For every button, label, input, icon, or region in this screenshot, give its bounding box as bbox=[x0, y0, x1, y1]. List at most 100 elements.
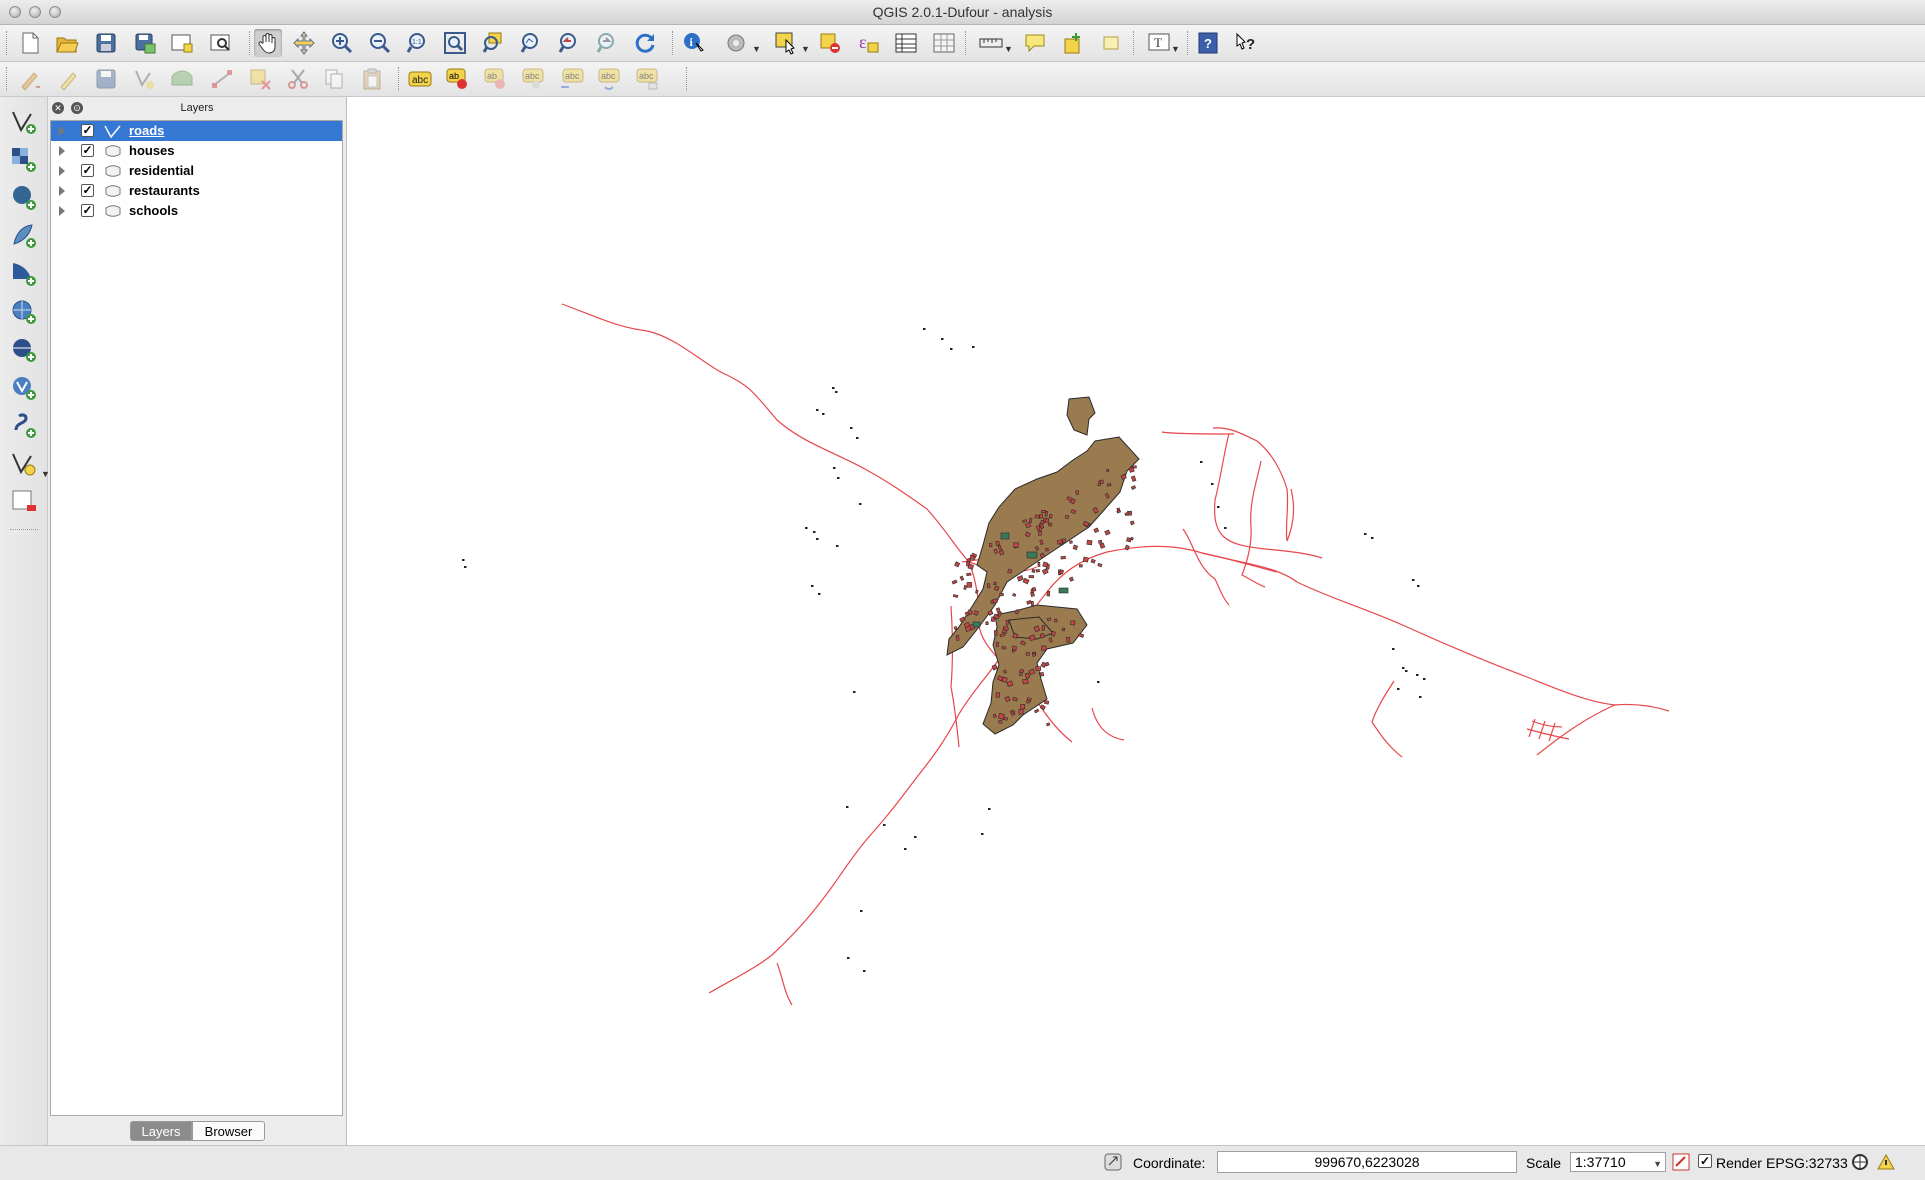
expression-select-icon[interactable]: ε bbox=[854, 29, 882, 57]
remove-layer-icon[interactable] bbox=[9, 487, 39, 517]
toolbar-grip[interactable] bbox=[672, 31, 676, 55]
toolbar-grip[interactable] bbox=[1133, 31, 1137, 55]
tab-browser[interactable]: Browser bbox=[192, 1121, 265, 1141]
show-hide-labels-icon[interactable]: abc bbox=[520, 65, 548, 93]
deselect-icon[interactable] bbox=[816, 29, 844, 57]
layer-item-houses[interactable]: ✓ houses bbox=[51, 141, 342, 161]
add-wms-layer-icon[interactable] bbox=[9, 297, 39, 327]
toolbar-grip[interactable] bbox=[1187, 31, 1191, 55]
close-window-button[interactable] bbox=[9, 6, 21, 18]
tab-layers[interactable]: Layers bbox=[130, 1121, 192, 1141]
measure-icon[interactable] bbox=[977, 29, 1005, 57]
layer-visibility-checkbox[interactable]: ✓ bbox=[81, 204, 94, 217]
copy-features-icon[interactable] bbox=[320, 65, 348, 93]
layer-item-roads[interactable]: ✓ roads bbox=[51, 121, 342, 141]
layer-item-restaurants[interactable]: ✓ restaurants bbox=[51, 181, 342, 201]
save-edits-icon[interactable] bbox=[92, 65, 120, 93]
zoom-actual-icon[interactable]: 1:1 bbox=[404, 29, 432, 57]
toggle-editing-icon[interactable] bbox=[54, 65, 82, 93]
expand-arrow-icon[interactable] bbox=[59, 166, 65, 176]
crs-status[interactable]: EPSG:32733 bbox=[1766, 1155, 1848, 1171]
add-vector-layer-icon[interactable] bbox=[9, 107, 39, 137]
select-features-icon[interactable] bbox=[772, 29, 800, 57]
zoom-next-icon[interactable] bbox=[593, 29, 621, 57]
add-wcs-layer-icon[interactable] bbox=[9, 335, 39, 365]
add-delimited-text-layer-icon[interactable] bbox=[9, 411, 39, 441]
toolbar-grip[interactable] bbox=[6, 31, 10, 55]
layer-item-schools[interactable]: ✓ schools bbox=[51, 201, 342, 221]
toggle-coordinate-display-icon[interactable] bbox=[1104, 1153, 1122, 1171]
composer-manager-icon[interactable] bbox=[206, 29, 234, 57]
map-canvas[interactable] bbox=[346, 97, 1925, 1145]
toolbar-grip[interactable] bbox=[249, 31, 253, 55]
pin-labels-icon[interactable]: ab bbox=[444, 65, 472, 93]
scale-combobox[interactable]: 1:37710 ▼ bbox=[1570, 1152, 1666, 1172]
save-project-icon[interactable] bbox=[92, 29, 120, 57]
zoom-out-icon[interactable] bbox=[366, 29, 394, 57]
delete-selected-icon[interactable] bbox=[246, 65, 274, 93]
close-panel-icon[interactable]: ✕ bbox=[52, 102, 64, 114]
new-print-composer-icon[interactable] bbox=[167, 29, 195, 57]
rotate-label-icon[interactable]: abc bbox=[596, 65, 624, 93]
cut-features-icon[interactable] bbox=[284, 65, 312, 93]
node-tool-icon[interactable] bbox=[208, 65, 236, 93]
zoom-last-icon[interactable] bbox=[555, 29, 583, 57]
add-wfs-layer-icon[interactable] bbox=[9, 373, 39, 403]
coordinate-field[interactable]: 999670,6223028 bbox=[1217, 1151, 1517, 1173]
zoom-in-icon[interactable] bbox=[328, 29, 356, 57]
toolbar-grip[interactable] bbox=[10, 529, 38, 530]
expand-arrow-icon[interactable] bbox=[59, 206, 65, 216]
expand-arrow-icon[interactable] bbox=[59, 186, 65, 196]
whats-this-icon[interactable]: ? bbox=[1232, 29, 1260, 57]
move-label-icon[interactable]: abc bbox=[558, 65, 586, 93]
toolbar-grip[interactable] bbox=[686, 67, 690, 91]
layer-item-residential[interactable]: ✓ residential bbox=[51, 161, 342, 181]
layer-visibility-checkbox[interactable]: ✓ bbox=[81, 144, 94, 157]
help-contents-icon[interactable]: ? bbox=[1194, 29, 1222, 57]
zoom-to-layer-icon[interactable] bbox=[517, 29, 545, 57]
add-raster-layer-icon[interactable] bbox=[9, 145, 39, 175]
minimize-window-button[interactable] bbox=[29, 6, 41, 18]
change-label-icon[interactable]: abc bbox=[634, 65, 662, 93]
new-project-icon[interactable] bbox=[16, 29, 44, 57]
map-tips-icon[interactable] bbox=[1021, 29, 1049, 57]
pan-to-selection-icon[interactable] bbox=[290, 29, 318, 57]
add-postgis-layer-icon[interactable] bbox=[9, 183, 39, 213]
zoom-full-icon[interactable] bbox=[441, 29, 469, 57]
float-panel-icon[interactable]: ⊙ bbox=[71, 102, 83, 114]
render-checkbox[interactable]: ✓ bbox=[1698, 1154, 1712, 1168]
label-tool-icon[interactable]: abc bbox=[406, 65, 434, 93]
layer-tree[interactable]: ✓ roads ✓ houses ✓ residential ✓ restaur… bbox=[50, 120, 343, 1116]
expand-arrow-icon[interactable] bbox=[59, 126, 65, 136]
add-feature-icon[interactable] bbox=[130, 65, 158, 93]
pan-icon[interactable] bbox=[254, 29, 282, 57]
paste-features-icon[interactable] bbox=[358, 65, 386, 93]
map-render[interactable] bbox=[347, 97, 1925, 1145]
identify-icon[interactable]: i bbox=[680, 29, 708, 57]
text-annotation-icon[interactable]: T bbox=[1145, 29, 1173, 57]
zoom-window-button[interactable] bbox=[49, 6, 61, 18]
layer-visibility-checkbox[interactable]: ✓ bbox=[81, 124, 94, 137]
add-spatialite-layer-icon[interactable] bbox=[9, 221, 39, 251]
crs-globe-icon[interactable] bbox=[1851, 1153, 1869, 1171]
layer-visibility-checkbox[interactable]: ✓ bbox=[81, 184, 94, 197]
toolbar-grip[interactable] bbox=[398, 67, 402, 91]
run-action-icon[interactable] bbox=[722, 29, 750, 57]
toolbar-grip[interactable] bbox=[965, 31, 969, 55]
show-bookmarks-icon[interactable] bbox=[1098, 29, 1126, 57]
field-calculator-icon[interactable] bbox=[930, 29, 958, 57]
new-shapefile-layer-icon[interactable] bbox=[9, 449, 39, 479]
move-feature-icon[interactable] bbox=[168, 65, 196, 93]
refresh-icon[interactable] bbox=[631, 29, 659, 57]
current-edits-icon[interactable] bbox=[16, 65, 44, 93]
stop-render-icon[interactable] bbox=[1672, 1153, 1690, 1171]
zoom-to-selection-icon[interactable] bbox=[479, 29, 507, 57]
open-project-icon[interactable] bbox=[53, 29, 81, 57]
save-as-icon[interactable] bbox=[131, 29, 159, 57]
toolbar-grip[interactable] bbox=[6, 67, 10, 91]
expand-arrow-icon[interactable] bbox=[59, 146, 65, 156]
new-bookmark-icon[interactable] bbox=[1060, 29, 1088, 57]
layer-visibility-checkbox[interactable]: ✓ bbox=[81, 164, 94, 177]
add-mssql-layer-icon[interactable] bbox=[9, 259, 39, 289]
messages-warning-icon[interactable] bbox=[1877, 1153, 1895, 1171]
